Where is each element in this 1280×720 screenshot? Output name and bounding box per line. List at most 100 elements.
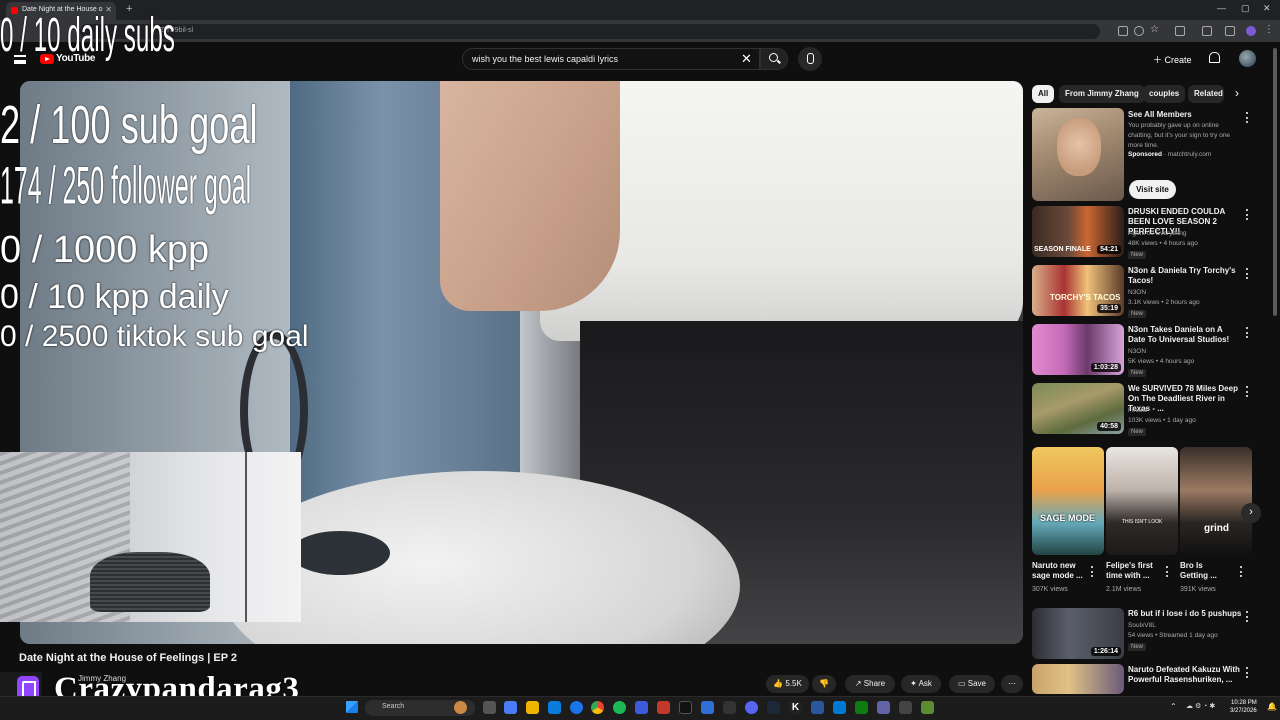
create-button[interactable]: ＋ Create: [1148, 49, 1198, 69]
short-menu-icon-3[interactable]: [1240, 566, 1243, 577]
share-button[interactable]: ↗ Share: [845, 675, 895, 693]
download-icon[interactable]: [1225, 26, 1235, 36]
share-label: Share: [863, 679, 886, 688]
sidepanel-icon[interactable]: [1202, 26, 1212, 36]
taskbar-app-icon-1[interactable]: [504, 701, 517, 714]
clear-search-icon[interactable]: ✕: [741, 51, 752, 67]
taskbar-app-icon-8[interactable]: [899, 701, 912, 714]
menu-dots-icon[interactable]: ⋮: [1264, 24, 1274, 35]
rec-new-badge-5: New: [1128, 643, 1147, 651]
chip-related[interactable]: Related: [1188, 85, 1224, 103]
rec-menu-icon-6[interactable]: [1246, 667, 1249, 678]
notifications-bell-icon[interactable]: [1209, 52, 1220, 63]
minecraft-icon[interactable]: [921, 701, 934, 714]
short-title-3[interactable]: Bro Is Getting ...: [1180, 561, 1230, 581]
rec-channel-2[interactable]: N3ON: [1128, 288, 1146, 298]
start-windows-icon[interactable]: [346, 701, 358, 713]
rec-menu-icon-1[interactable]: [1246, 209, 1249, 220]
rec-menu-icon-5[interactable]: [1246, 611, 1249, 622]
xbox-icon[interactable]: [855, 701, 868, 714]
chrome-icon[interactable]: [591, 701, 604, 714]
rec-channel-4[interactable]: Finatic: [1128, 406, 1147, 416]
rec-thumbnail-3[interactable]: 1:03:28: [1032, 324, 1124, 375]
taskbar-app-icon-3[interactable]: [701, 701, 714, 714]
discord-icon[interactable]: [745, 701, 758, 714]
short-thumbnail-3[interactable]: grind: [1180, 447, 1252, 555]
taskbar-app-icon-6[interactable]: [833, 701, 846, 714]
voice-search-mic-icon[interactable]: [798, 47, 822, 71]
webcam-door-edge: [245, 452, 247, 622]
rec-thumbnail-5[interactable]: 1:26:14: [1032, 608, 1124, 659]
rec-menu-icon-3[interactable]: [1246, 327, 1249, 338]
edge-icon[interactable]: [570, 701, 583, 714]
search-input[interactable]: wish you the best lewis capaldi lyrics: [462, 48, 760, 70]
kick-icon[interactable]: K: [789, 701, 802, 714]
steam-icon[interactable]: [767, 701, 780, 714]
tray-icons[interactable]: ☁ ⚙ ◔ ✱: [1186, 702, 1215, 710]
short-menu-icon-2[interactable]: [1166, 566, 1169, 577]
bookmark-star-icon[interactable]: ☆: [1150, 24, 1160, 35]
rec-channel-5[interactable]: SoulxV8L: [1128, 621, 1156, 631]
rec-thumbnail-6[interactable]: [1032, 664, 1124, 694]
maximize-icon[interactable]: ▢: [1241, 3, 1250, 14]
extension-icon[interactable]: [1118, 26, 1128, 36]
rec-thumbnail-1[interactable]: SEASON FINALE 54:21: [1032, 206, 1124, 257]
taskbar-clock[interactable]: 10:28 PM 3/27/2026: [1230, 699, 1257, 715]
chip-from-jimmy-zhang[interactable]: From Jimmy Zhang: [1059, 85, 1145, 103]
profile-icon[interactable]: [1246, 26, 1256, 36]
rec-title-6[interactable]: Naruto Defeated Kakuzu With Powerful Ras…: [1128, 665, 1242, 685]
short-views-3: 391K views: [1180, 586, 1216, 593]
ad-menu-icon[interactable]: [1246, 112, 1249, 123]
close-window-icon[interactable]: ✕: [1263, 3, 1271, 14]
rec-thumbnail-2[interactable]: TORCHY'S TACOS 35:19: [1032, 265, 1124, 316]
tiktok-icon[interactable]: [679, 701, 692, 714]
rec-thumb-text-1: SEASON FINALE: [1034, 246, 1091, 253]
account-avatar[interactable]: [1239, 50, 1256, 67]
dislike-button[interactable]: 👎: [812, 675, 836, 693]
rec-thumbnail-4[interactable]: 40:58: [1032, 383, 1124, 434]
taskbar-app-icon-2[interactable]: [635, 701, 648, 714]
task-view-icon[interactable]: [483, 701, 496, 714]
short-menu-icon-1[interactable]: [1091, 566, 1094, 577]
taskbar-app-icon-5[interactable]: [811, 701, 824, 714]
tray-chevron-icon[interactable]: ⌃: [1170, 702, 1177, 711]
short-thumbnail-2[interactable]: THIS ISN'T LOOK: [1106, 447, 1178, 555]
store-icon[interactable]: [548, 701, 561, 714]
like-button[interactable]: 👍 5.5K: [766, 675, 809, 693]
page-scrollbar-thumb[interactable]: [1273, 48, 1277, 316]
ad-thumbnail[interactable]: [1032, 108, 1124, 201]
ad-title[interactable]: See All Members: [1128, 110, 1192, 120]
save-button[interactable]: ▭ Save: [949, 675, 995, 693]
shorts-next-arrow-icon[interactable]: ›: [1241, 503, 1261, 523]
taskbar-widget-icon[interactable]: [454, 701, 467, 714]
search-value: wish you the best lewis capaldi lyrics: [472, 54, 619, 64]
rec-channel-1[interactable]: Agent 00 Everything: [1128, 229, 1187, 239]
rec-menu-icon-2[interactable]: [1246, 268, 1249, 279]
short-title-2[interactable]: Felipe's first time with ...: [1106, 561, 1164, 581]
taskbar-app-icon-4[interactable]: [723, 701, 736, 714]
rec-title-3[interactable]: N3on Takes Daniela on A Date To Universa…: [1128, 325, 1240, 345]
chip-couples[interactable]: couples: [1143, 85, 1186, 103]
chevron-right-icon[interactable]: ›: [1235, 86, 1239, 100]
file-explorer-icon[interactable]: [526, 701, 539, 714]
short-title-1[interactable]: Naruto new sage mode ...: [1032, 561, 1090, 581]
notification-center-icon[interactable]: 🔔: [1267, 702, 1277, 711]
rec-duration-5: 1:26:14: [1090, 647, 1121, 656]
zoom-icon[interactable]: [1134, 26, 1144, 36]
rec-title-2[interactable]: N3on & Daniela Try Torchy's Tacos!: [1128, 266, 1240, 286]
short-thumbnail-1[interactable]: SAGE MODE: [1032, 447, 1104, 555]
rec-channel-3[interactable]: N3ON: [1128, 347, 1146, 357]
url-bar[interactable]: ZiTP9bil-sl: [80, 24, 1100, 39]
ask-button[interactable]: ✦ Ask: [901, 675, 941, 693]
calendar-icon[interactable]: [657, 701, 670, 714]
spotify-icon[interactable]: [613, 701, 626, 714]
rec-title-5[interactable]: R6 but if i lose i do 5 pushups: [1128, 609, 1242, 619]
more-actions-button[interactable]: ⋯: [1001, 675, 1023, 693]
ad-sponsored-label: Sponsored: [1128, 151, 1162, 158]
taskbar-app-icon-7[interactable]: [877, 701, 890, 714]
rec-menu-icon-4[interactable]: [1246, 386, 1249, 397]
visit-site-button[interactable]: Visit site: [1129, 180, 1176, 199]
minimize-icon[interactable]: —: [1217, 3, 1226, 13]
extensions-puzzle-icon[interactable]: [1175, 26, 1185, 36]
chip-all[interactable]: All: [1032, 85, 1055, 103]
